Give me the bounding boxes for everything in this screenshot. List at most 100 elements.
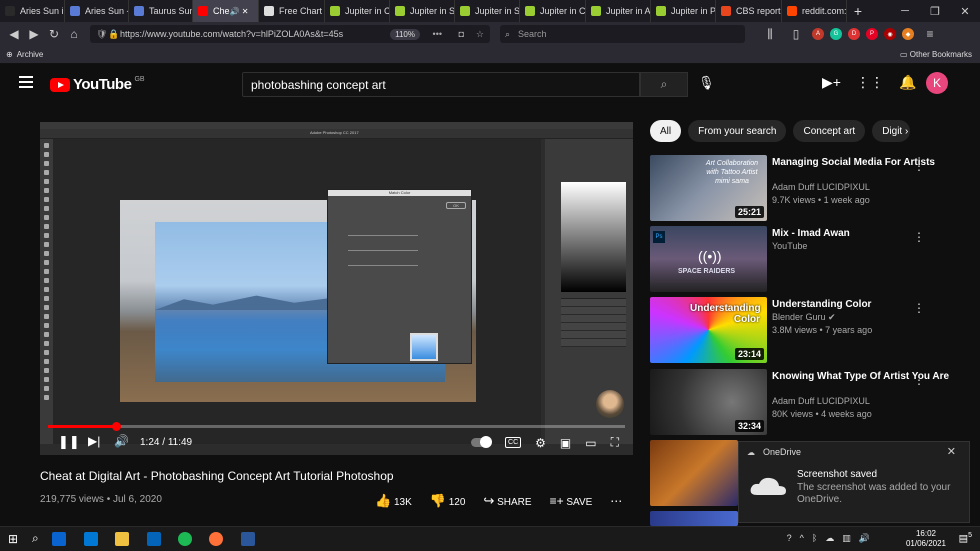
adblock-icon[interactable]: A (812, 28, 824, 40)
home-icon[interactable]: ⌂ (64, 27, 84, 41)
tab-audio-icon[interactable]: 🔊 ✕ (230, 7, 249, 16)
photoshop-screen: Adobe Photoshop CC 2017 Match Color OK (40, 122, 633, 455)
chip-from-your-search[interactable]: From your search (688, 120, 787, 142)
file-explorer-icon[interactable] (115, 532, 129, 546)
recommendation-item[interactable]: SPACE RAIDERS Ps ((•)) Mix - Imad Awan Y… (650, 226, 975, 292)
bookmark-archive[interactable]: Archive (17, 50, 44, 59)
more-vert-icon[interactable]: ⋮ (913, 373, 925, 387)
chip-concept-art[interactable]: Concept art (793, 120, 866, 142)
settings-gear-icon[interactable]: ⚙ (535, 436, 546, 450)
speaker-icon[interactable]: 🔊 (859, 533, 870, 544)
autoplay-toggle[interactable] (471, 436, 493, 448)
more-actions-icon[interactable]: ••• (433, 29, 442, 39)
onedrive-tray-icon[interactable]: ☁ (825, 533, 834, 544)
taskbar-clock[interactable]: 16:02 01/06/2021 (906, 529, 946, 549)
youtube-search-button[interactable]: ⌕ (640, 72, 688, 97)
sidebar-icon[interactable]: ▯ (786, 27, 806, 41)
word-icon[interactable] (241, 532, 255, 546)
browser-tab[interactable]: Che 🔊 ✕ (193, 0, 259, 22)
forward-icon[interactable]: ▶ (24, 27, 44, 41)
youtube-logo[interactable]: YouTube GB (50, 76, 145, 93)
firefox-icon[interactable] (209, 532, 223, 546)
outlook-icon[interactable] (147, 532, 161, 546)
menu-icon[interactable]: ≡ (920, 27, 940, 41)
search-icon[interactable]: ⌕ (32, 531, 39, 546)
microphone-icon[interactable]: 🎙 (698, 75, 715, 91)
pinterest-icon[interactable]: P (866, 28, 878, 40)
browser-tab[interactable]: Jupiter in C (325, 0, 390, 22)
browser-tab[interactable]: Jupiter in A (586, 0, 651, 22)
create-video-icon[interactable]: ▶+ (822, 74, 841, 91)
network-icon[interactable]: ▥ (842, 533, 851, 544)
extension-red-icon[interactable]: ◉ (884, 28, 896, 40)
browser-tab[interactable]: Free Chart (259, 0, 325, 22)
fullscreen-icon[interactable]: ⛶ (611, 435, 619, 450)
browser-tab[interactable]: Jupiter in C (520, 0, 586, 22)
browser-tab[interactable]: Aries Sun i (0, 0, 65, 22)
close-icon[interactable]: ✕ (947, 445, 956, 458)
theater-mode-icon[interactable]: ▭ (585, 436, 596, 450)
maximize-icon[interactable]: ❐ (920, 0, 950, 22)
search-input[interactable]: ⌕ Search (500, 25, 745, 43)
volume-icon[interactable]: 🔊 (114, 434, 129, 448)
minimize-icon[interactable]: ─ (890, 0, 920, 22)
zoom-level[interactable]: 110% (390, 28, 420, 40)
back-icon[interactable]: ◀ (4, 27, 24, 41)
more-vert-icon[interactable]: ⋮ (913, 230, 925, 244)
pocket-icon[interactable]: ◘ (459, 29, 464, 39)
library-icon[interactable]: ⫼ (760, 27, 780, 42)
duration-badge: 32:34 (734, 420, 764, 432)
browser-tab[interactable]: reddit.com: (782, 0, 847, 22)
browser-tab[interactable]: Jupiter in S (390, 0, 455, 22)
bluetooth-icon[interactable]: ᛒ (812, 533, 817, 544)
apps-grid-icon[interactable]: ⋮⋮ (856, 74, 884, 91)
next-icon[interactable]: ▶| (88, 434, 100, 448)
share-button[interactable]: ↪ SHARE (483, 493, 531, 509)
youtube-search-input[interactable]: photobashing concept art (242, 72, 640, 97)
chevron-right-icon[interactable]: › (905, 126, 908, 137)
dashlane-icon[interactable]: D (848, 28, 860, 40)
more-options-icon[interactable]: ⋯ (610, 494, 622, 508)
calendar-app-icon[interactable] (52, 532, 66, 546)
more-vert-icon[interactable]: ⋮ (913, 159, 925, 173)
show-hidden-icons[interactable]: ^ (800, 533, 804, 544)
miniplayer-icon[interactable]: ▣ (560, 436, 571, 450)
video-player[interactable]: Adobe Photoshop CC 2017 Match Color OK ❚… (40, 122, 633, 455)
onedrive-notification[interactable]: ☁ OneDrive ✕ Screenshot saved The screen… (738, 441, 970, 523)
other-bookmarks-label: Other Bookmarks (909, 50, 972, 59)
recommendation-item[interactable]: 32:34 Knowing What Type Of Artist You Ar… (650, 369, 975, 435)
bookmark-star-icon[interactable]: ☆ (476, 29, 484, 40)
new-tab-button[interactable]: + (843, 0, 873, 22)
chip-all[interactable]: All (650, 120, 682, 142)
grammarly-icon[interactable]: G (830, 28, 842, 40)
notifications-bell-icon[interactable]: 🔔 (899, 74, 916, 91)
recommendation-item[interactable]: Understanding Color 23:14 Understanding … (650, 297, 975, 363)
help-icon[interactable]: ? (787, 533, 792, 544)
ps-logo-icon: Ps (653, 231, 665, 243)
browser-tab[interactable]: CBS report (716, 0, 782, 22)
dislike-button[interactable]: 👎 120 (430, 493, 466, 509)
like-button[interactable]: 👍 13K (375, 493, 412, 509)
close-icon[interactable]: ✕ (950, 0, 980, 22)
spotify-icon[interactable] (178, 532, 192, 546)
recommendation-item[interactable]: Art Collaboration with Tattoo Artist mim… (650, 155, 975, 221)
pause-icon[interactable]: ❚❚ (58, 434, 80, 450)
reload-icon[interactable]: ↻ (44, 27, 64, 41)
hamburger-menu-icon[interactable] (19, 76, 33, 91)
other-bookmarks[interactable]: ▭ Other Bookmarks (900, 50, 972, 59)
more-vert-icon[interactable]: ⋮ (913, 301, 925, 315)
mail-icon[interactable] (84, 532, 98, 546)
browser-tab[interactable]: Jupiter in S (455, 0, 520, 22)
browser-tab[interactable]: Aries Sun - (65, 0, 129, 22)
captions-icon[interactable]: CC (505, 437, 522, 448)
browser-tab[interactable]: Jupiter in P (651, 0, 716, 22)
avatar[interactable]: K (926, 72, 948, 94)
address-bar[interactable]: 🛡 🔒 https://www.youtube.com/watch?v=hlPi… (90, 25, 490, 43)
action-center-icon[interactable]: ▤5 (959, 532, 972, 544)
save-button[interactable]: ≡+ SAVE (550, 494, 593, 508)
extension-orange-icon[interactable]: ◆ (902, 28, 914, 40)
progress-bar[interactable] (48, 422, 625, 431)
windows-start-icon[interactable]: ⊞ (8, 532, 18, 546)
search-icon: ⌕ (660, 77, 668, 91)
browser-tab[interactable]: Taurus Sun (129, 0, 193, 22)
